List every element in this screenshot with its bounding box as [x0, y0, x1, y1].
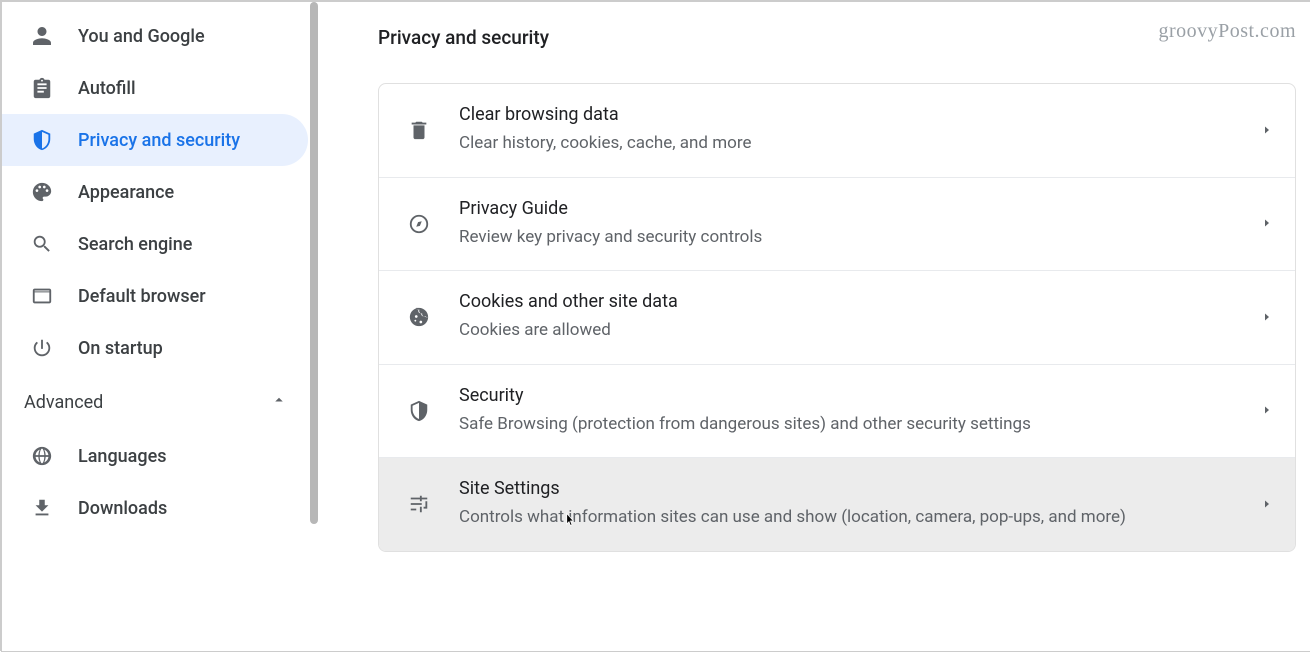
sidebar: You and Google Autofill Privacy and secu… [2, 2, 318, 651]
row-subtitle: Review key privacy and security controls [459, 225, 1245, 251]
sidebar-advanced-toggle[interactable]: Advanced [2, 374, 318, 430]
advanced-label: Advanced [24, 392, 103, 413]
sidebar-item-autofill[interactable]: Autofill [2, 62, 308, 114]
sidebar-item-languages[interactable]: Languages [2, 430, 308, 482]
row-subtitle: Safe Browsing (protection from dangerous… [459, 412, 1245, 438]
sidebar-item-privacy-security[interactable]: Privacy and security [2, 114, 308, 166]
sidebar-item-you-and-google[interactable]: You and Google [2, 10, 308, 62]
trash-icon [407, 118, 431, 142]
sidebar-item-label: On startup [78, 338, 163, 359]
search-icon [30, 232, 54, 256]
browser-icon [30, 284, 54, 308]
sidebar-item-on-startup[interactable]: On startup [2, 322, 308, 374]
sliders-icon [407, 492, 431, 516]
row-security[interactable]: Security Safe Browsing (protection from … [379, 365, 1295, 459]
power-icon [30, 336, 54, 360]
sidebar-item-search-engine[interactable]: Search engine [2, 218, 308, 270]
row-subtitle: Clear history, cookies, cache, and more [459, 131, 1245, 157]
row-privacy-guide[interactable]: Privacy Guide Review key privacy and sec… [379, 178, 1295, 272]
sidebar-item-label: Appearance [78, 182, 174, 203]
chevron-right-icon [1261, 214, 1273, 233]
person-icon [30, 24, 54, 48]
settings-card: Clear browsing data Clear history, cooki… [378, 83, 1296, 552]
chevron-right-icon [1261, 121, 1273, 140]
shield-half-icon [407, 399, 431, 423]
sidebar-item-label: Search engine [78, 234, 192, 255]
sidebar-item-label: You and Google [78, 26, 205, 47]
row-title: Clear browsing data [459, 104, 1245, 125]
download-icon [30, 496, 54, 520]
row-title: Cookies and other site data [459, 291, 1245, 312]
sidebar-scrollbar[interactable] [310, 2, 318, 524]
sidebar-item-label: Downloads [78, 498, 167, 519]
sidebar-item-label: Default browser [78, 286, 206, 307]
row-subtitle: Controls what information sites can use … [459, 505, 1245, 531]
chevron-up-icon [270, 391, 288, 413]
compass-icon [407, 212, 431, 236]
cookie-icon [407, 305, 431, 329]
palette-icon [30, 180, 54, 204]
watermark: groovyPost.com [1158, 20, 1296, 43]
shield-icon [30, 128, 54, 152]
sidebar-item-default-browser[interactable]: Default browser [2, 270, 308, 322]
sidebar-item-appearance[interactable]: Appearance [2, 166, 308, 218]
sidebar-item-label: Privacy and security [78, 130, 240, 151]
sidebar-item-label: Autofill [78, 78, 136, 99]
chevron-right-icon [1261, 495, 1273, 514]
row-title: Security [459, 385, 1245, 406]
sidebar-item-downloads[interactable]: Downloads [2, 482, 308, 534]
sidebar-item-label: Languages [78, 446, 166, 467]
row-site-settings[interactable]: Site Settings Controls what information … [379, 458, 1295, 551]
row-title: Privacy Guide [459, 198, 1245, 219]
row-cookies[interactable]: Cookies and other site data Cookies are … [379, 271, 1295, 365]
chevron-right-icon [1261, 401, 1273, 420]
row-title: Site Settings [459, 478, 1245, 499]
row-clear-browsing-data[interactable]: Clear browsing data Clear history, cooki… [379, 84, 1295, 178]
chevron-right-icon [1261, 308, 1273, 327]
row-subtitle: Cookies are allowed [459, 318, 1245, 344]
main-content: groovyPost.com Privacy and security Clea… [318, 2, 1310, 651]
clipboard-icon [30, 76, 54, 100]
globe-icon [30, 444, 54, 468]
